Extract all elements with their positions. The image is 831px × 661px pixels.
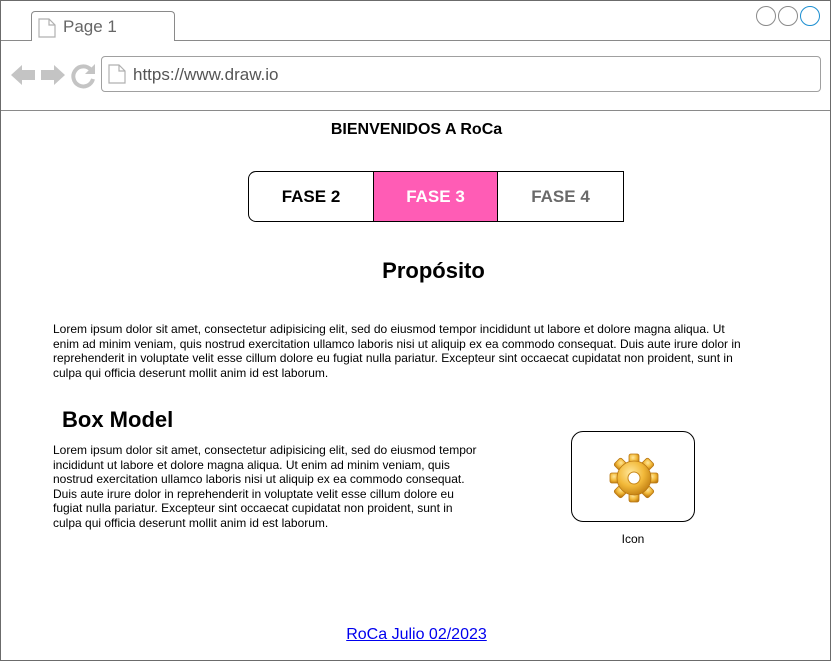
browser-tab[interactable]: Page 1: [31, 11, 175, 41]
chrome-divider: [1, 110, 830, 111]
gear-icon: [607, 452, 661, 509]
address-bar[interactable]: https://www.draw.io: [101, 56, 821, 92]
purpose-paragraph: Lorem ipsum dolor sit amet, consectetur …: [53, 322, 741, 380]
phase-selector: FASE 2 FASE 3 FASE 4: [248, 171, 624, 222]
box-model-heading: Box Model: [62, 407, 174, 432]
reload-icon[interactable]: [71, 64, 95, 89]
maximize-button[interactable]: [778, 6, 798, 26]
tab-fase-4[interactable]: FASE 4: [498, 172, 623, 221]
tab-fase-2[interactable]: FASE 2: [249, 172, 374, 221]
forward-arrow-icon[interactable]: [41, 65, 65, 85]
page-title: BIENVENIDOS A RoCa: [330, 121, 503, 138]
navigation-buttons: [11, 61, 95, 94]
back-arrow-icon[interactable]: [11, 65, 35, 85]
close-button[interactable]: [800, 6, 820, 26]
box-model-paragraph: Lorem ipsum dolor sit amet, consectetur …: [53, 443, 477, 530]
tab-title: Page 1: [63, 17, 117, 36]
icon-card[interactable]: [571, 431, 695, 522]
minimize-button[interactable]: [756, 6, 776, 26]
icon-caption: Icon: [621, 532, 645, 546]
page-icon: [108, 64, 126, 89]
purpose-heading: Propósito: [382, 258, 485, 283]
window-controls: [756, 6, 820, 26]
url-text: https://www.draw.io: [133, 65, 279, 84]
tab-fase-3[interactable]: FASE 3: [374, 172, 498, 221]
browser-window: Page 1 https://www.draw.io BIENVENIDOS A…: [0, 0, 831, 661]
footer-link[interactable]: RoCa Julio 02/2023: [1, 626, 831, 644]
